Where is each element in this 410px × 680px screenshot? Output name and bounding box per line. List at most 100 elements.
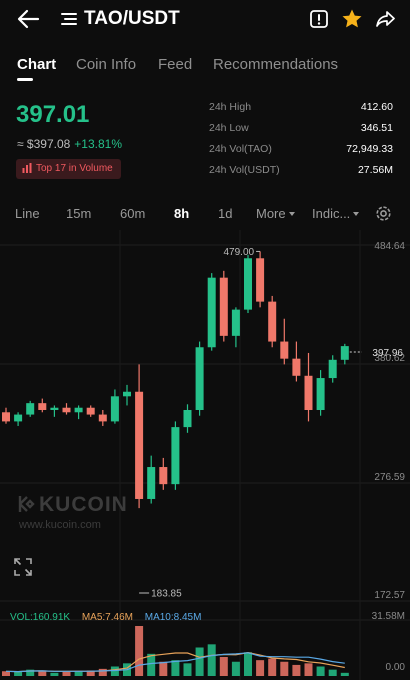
fiat-price: ≈ $397.08 bbox=[17, 137, 71, 151]
candle-body bbox=[86, 407, 95, 415]
stats-panel: 24h High 412.60 24h Low 346.51 24h Vol(T… bbox=[209, 101, 393, 185]
stat-value: 27.56M bbox=[357, 164, 393, 176]
volume-bar bbox=[171, 660, 180, 676]
volume-rank-badge[interactable]: Top 17 in Volume bbox=[16, 159, 121, 179]
candle-body bbox=[183, 410, 192, 428]
stat-value: 346.51 bbox=[360, 122, 393, 134]
watermark-name: KUCOIN bbox=[39, 493, 128, 516]
price-change: +13.81% bbox=[74, 137, 123, 151]
candle-body bbox=[110, 396, 119, 422]
price-axis-label: 484.64 bbox=[374, 241, 405, 252]
price-axis-label: 172.57 bbox=[374, 590, 405, 601]
volume-bar bbox=[135, 626, 144, 676]
badge-label: Top 17 in Volume bbox=[36, 163, 113, 174]
tab-feed[interactable]: Feed bbox=[158, 56, 192, 73]
candle-body bbox=[2, 412, 10, 422]
candles bbox=[2, 251, 349, 509]
ma5-value: MA5:7.46M bbox=[81, 612, 133, 623]
volume-bar bbox=[50, 672, 59, 676]
volume-bar bbox=[231, 661, 240, 676]
volume-bar bbox=[256, 660, 265, 676]
stat-vol-base: 24h Vol(TAO) 72,949.33 bbox=[209, 143, 393, 164]
candle-body bbox=[304, 375, 313, 411]
pair-title[interactable]: TAO/USDT bbox=[84, 8, 180, 30]
volume-bar bbox=[328, 669, 337, 676]
candle-body bbox=[340, 346, 349, 360]
stat-label: 24h Vol(USDT) bbox=[209, 164, 280, 176]
volume-bar bbox=[183, 663, 192, 676]
max-price-marker: 479.00 bbox=[224, 247, 255, 258]
tab-recommendations[interactable]: Recommendations bbox=[213, 56, 338, 73]
stat-vol-quote: 24h Vol(USDT) 27.56M bbox=[209, 164, 393, 185]
stat-value: 72,949.33 bbox=[346, 143, 393, 155]
back-arrow-icon[interactable] bbox=[16, 8, 40, 30]
tf-more[interactable]: More bbox=[256, 206, 295, 221]
tf-8h[interactable]: 8h bbox=[174, 206, 189, 221]
candle-body bbox=[50, 407, 59, 411]
alert-icon[interactable] bbox=[308, 8, 330, 30]
watermark-url: www.kucoin.com bbox=[19, 519, 101, 531]
candle-body bbox=[316, 378, 325, 411]
stat-high: 24h High 412.60 bbox=[209, 101, 393, 122]
candle-body bbox=[195, 347, 204, 411]
volume-bar bbox=[74, 671, 83, 676]
star-icon[interactable] bbox=[341, 8, 363, 30]
candle-body bbox=[159, 467, 168, 485]
top-bar: TAO/USDT bbox=[0, 0, 410, 38]
volume-axis-label: 31.58M bbox=[372, 611, 405, 622]
timeframe-bar: Line 15m 60m 8h 1d More Indic... bbox=[0, 203, 410, 225]
volume-bar bbox=[110, 666, 119, 676]
last-price: 397.01 bbox=[16, 101, 90, 128]
main-tabs: Chart Coin Info Feed Recommendations bbox=[0, 52, 410, 82]
volume-bars bbox=[2, 626, 349, 676]
current-price-label: 397.96 bbox=[372, 348, 403, 359]
stat-label: 24h Vol(TAO) bbox=[209, 143, 272, 155]
candle-body bbox=[14, 414, 23, 422]
volume-bar bbox=[268, 658, 277, 676]
candle-body bbox=[219, 277, 228, 336]
candle-body bbox=[207, 277, 216, 348]
share-icon[interactable] bbox=[375, 8, 397, 30]
tf-60m[interactable]: 60m bbox=[120, 206, 145, 221]
tf-indicators[interactable]: Indic... bbox=[312, 206, 360, 221]
volume-bar bbox=[14, 672, 23, 676]
volume-bar bbox=[280, 661, 289, 676]
candle-body bbox=[74, 407, 83, 413]
settings-icon[interactable] bbox=[375, 205, 392, 222]
candle-body bbox=[231, 309, 240, 336]
candle-body bbox=[98, 414, 107, 422]
tab-coin-info[interactable]: Coin Info bbox=[76, 56, 136, 73]
candle-body bbox=[171, 427, 180, 485]
candle-body bbox=[147, 467, 156, 499]
chevron-down-icon bbox=[288, 212, 295, 216]
stat-value: 412.60 bbox=[360, 101, 393, 113]
candle-body bbox=[135, 391, 144, 499]
volume-bar bbox=[219, 657, 228, 676]
tf-15m[interactable]: 15m bbox=[66, 206, 91, 221]
candle-body bbox=[328, 359, 337, 379]
candle-body bbox=[123, 391, 131, 397]
tf-indicators-label: Indic... bbox=[312, 206, 351, 221]
kucoin-logo-icon bbox=[18, 496, 35, 512]
chevron-down-icon bbox=[353, 212, 360, 216]
expand-icon[interactable] bbox=[13, 557, 33, 577]
rank-bars-icon bbox=[22, 163, 32, 173]
volume-bar bbox=[340, 672, 349, 676]
volume-bar bbox=[207, 644, 216, 676]
volume-bar bbox=[244, 652, 252, 676]
candle-body bbox=[62, 407, 71, 413]
ma10-value: MA10:8.45M bbox=[144, 612, 202, 623]
volume-axis-label: 0.00 bbox=[386, 662, 406, 673]
tab-chart[interactable]: Chart bbox=[17, 56, 56, 73]
volume-bar bbox=[304, 663, 313, 676]
menu-icon[interactable] bbox=[61, 11, 77, 27]
stat-label: 24h High bbox=[209, 101, 252, 113]
min-price-marker: 183.85 bbox=[151, 589, 182, 600]
candle-body bbox=[244, 258, 252, 310]
tf-1d[interactable]: 1d bbox=[218, 206, 232, 221]
volume-bar bbox=[195, 647, 204, 676]
stat-label: 24h Low bbox=[209, 122, 249, 134]
volume-bar bbox=[159, 661, 168, 676]
tf-line[interactable]: Line bbox=[15, 206, 40, 221]
tf-more-label: More bbox=[256, 206, 286, 221]
